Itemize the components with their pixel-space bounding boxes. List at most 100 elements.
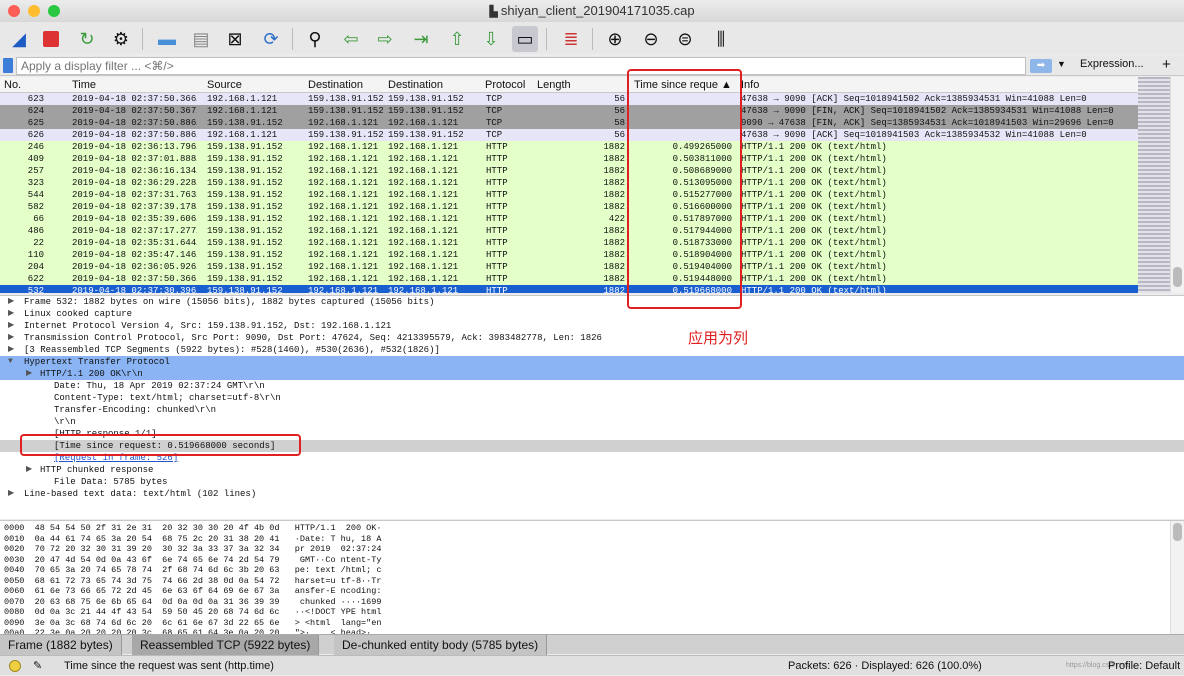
- packet-cell-dst: 192.168.1.121: [308, 166, 379, 176]
- bytes-scrollbar[interactable]: [1170, 521, 1184, 634]
- restart-icon[interactable]: ↻: [74, 26, 100, 52]
- column-header-no[interactable]: No.: [4, 79, 21, 91]
- first-packet-icon[interactable]: ⇧: [444, 26, 470, 52]
- apply-filter-arrow-icon[interactable]: ➡: [1030, 59, 1052, 73]
- hex-dump-row[interactable]: 0040 70 65 3a 20 74 65 78 74 2f 68 74 6d…: [4, 565, 1184, 576]
- column-header-protocol[interactable]: Protocol: [485, 79, 525, 91]
- expression-button[interactable]: Expression...: [1080, 58, 1144, 70]
- edit-comment-icon[interactable]: ✎: [33, 656, 42, 676]
- column-header-source[interactable]: Source: [207, 79, 242, 91]
- hex-dump-row[interactable]: 0050 68 61 72 73 65 74 3d 75 74 66 2d 38…: [4, 576, 1184, 587]
- packet-row[interactable]: 110 2019-04-18 02:35:47.146… 159.138.91.15…: [0, 249, 1138, 261]
- hex-dump-row[interactable]: 0060 61 6e 73 66 65 72 2d 45 6e 63 6f 64…: [4, 586, 1184, 597]
- options-gear-icon[interactable]: ⚙: [108, 26, 134, 52]
- find-icon[interactable]: ⚲: [302, 26, 328, 52]
- display-filter-input[interactable]: [16, 57, 1026, 75]
- zoom-normal-icon[interactable]: ⊜: [672, 26, 698, 52]
- autoscroll-icon[interactable]: ▭: [512, 26, 538, 52]
- packet-row[interactable]: 409 2019-04-18 02:37:01.888… 159.138.91.15…: [0, 153, 1138, 165]
- back-icon[interactable]: ⇦: [338, 26, 364, 52]
- packet-row[interactable]: 246 2019-04-18 02:36:13.796… 159.138.91.15…: [0, 141, 1138, 153]
- tab-frame[interactable]: Frame (1882 bytes): [0, 635, 122, 655]
- status-profile[interactable]: Profile: Default: [1108, 656, 1180, 676]
- hex-dump-row[interactable]: 0010 0a 44 61 74 65 3a 20 54 68 75 2c 20…: [4, 534, 1184, 545]
- packet-row[interactable]: 625 2019-04-18 02:37:50.886… 159.138.91.15…: [0, 117, 1138, 129]
- expert-info-icon[interactable]: [9, 660, 21, 672]
- expand-arrow-icon[interactable]: ▶: [8, 488, 14, 500]
- expand-arrow-icon[interactable]: ▶: [8, 296, 14, 308]
- detail-row[interactable]: ▶ HTTP/1.1 200 OK\r\n: [0, 368, 1184, 380]
- detail-row[interactable]: Content-Type: text/html; charset=utf-8\r…: [0, 392, 1184, 404]
- packet-row[interactable]: 204 2019-04-18 02:36:05.926… 159.138.91.15…: [0, 261, 1138, 273]
- expand-arrow-icon[interactable]: ▶: [26, 464, 32, 476]
- bytes-scroll-thumb[interactable]: [1173, 523, 1182, 541]
- hex-dump-row[interactable]: 0080 0d 0a 3c 21 44 4f 43 54 59 50 45 20…: [4, 607, 1184, 618]
- zoom-in-icon[interactable]: ⊕: [602, 26, 628, 52]
- detail-row[interactable]: ▶ Linux cooked capture: [0, 308, 1184, 320]
- detail-row[interactable]: ▶ [3 Reassembled TCP Segments (5922 bytes…: [0, 344, 1184, 356]
- hex-dump-row[interactable]: 0000 48 54 54 50 2f 31 2e 31 20 32 30 30…: [4, 523, 1184, 534]
- detail-row[interactable]: Date: Thu, 18 Apr 2019 02:37:24 GMT\r\n: [0, 380, 1184, 392]
- forward-icon[interactable]: ⇨: [372, 26, 398, 52]
- open-file-icon[interactable]: ▤: [188, 26, 214, 52]
- expand-arrow-icon[interactable]: ▶: [8, 344, 14, 356]
- column-header-time[interactable]: Time: [72, 79, 96, 91]
- expand-arrow-icon[interactable]: ▶: [8, 308, 14, 320]
- last-packet-icon[interactable]: ⇩: [478, 26, 504, 52]
- detail-row[interactable]: \r\n: [0, 416, 1184, 428]
- packet-row[interactable]: 582 2019-04-18 02:37:39.178… 159.138.91.15…: [0, 201, 1138, 213]
- packet-list-scrollbar[interactable]: [1170, 77, 1184, 293]
- shark-fin-icon[interactable]: ◢: [6, 26, 32, 52]
- packet-row[interactable]: 532 2019-04-18 02:37:30.396… 159.138.91.15…: [0, 285, 1138, 293]
- packet-row[interactable]: 323 2019-04-18 02:36:29.228… 159.138.91.15…: [0, 177, 1138, 189]
- open-folder-icon[interactable]: ▬: [154, 26, 180, 52]
- packet-minimap[interactable]: [1138, 77, 1170, 293]
- resize-columns-icon[interactable]: ⫼: [708, 26, 734, 52]
- close-file-icon[interactable]: ⊠: [222, 26, 248, 52]
- packet-row[interactable]: 623 2019-04-18 02:37:50.366… 192.168.1.121…: [0, 93, 1138, 105]
- packet-row[interactable]: 626 2019-04-18 02:37:50.886… 192.168.1.121…: [0, 129, 1138, 141]
- packet-row[interactable]: 66 2019-04-18 02:35:39.606… 159.138.91.152…: [0, 213, 1138, 225]
- expand-arrow-icon[interactable]: ▶: [26, 368, 32, 380]
- detail-row[interactable]: ▼ Hypertext Transfer Protocol: [0, 356, 1184, 368]
- bookmark-icon[interactable]: [3, 58, 13, 73]
- column-header-length[interactable]: Length: [537, 79, 571, 91]
- tab-reassembled-tcp[interactable]: Reassembled TCP (5922 bytes): [132, 635, 320, 655]
- packet-row[interactable]: 544 2019-04-18 02:37:31.763… 159.138.91.15…: [0, 189, 1138, 201]
- column-header-info[interactable]: Info: [741, 79, 759, 91]
- column-header-destination[interactable]: Destination: [308, 79, 363, 91]
- zoom-window-button[interactable]: [48, 5, 60, 17]
- detail-row[interactable]: Transfer-Encoding: chunked\r\n: [0, 404, 1184, 416]
- detail-row[interactable]: ▶ Frame 532: 1882 bytes on wire (15056 bi…: [0, 296, 1184, 308]
- expand-arrow-icon[interactable]: ▶: [8, 320, 14, 332]
- packet-row[interactable]: 624 2019-04-18 02:37:50.367… 192.168.1.121…: [0, 105, 1138, 117]
- hex-dump-row[interactable]: 0020 70 72 20 32 30 31 39 20 30 32 3a 33…: [4, 544, 1184, 555]
- filter-history-dropdown-icon[interactable]: ▼: [1057, 59, 1066, 69]
- go-to-packet-icon[interactable]: ⇥: [408, 26, 434, 52]
- detail-row[interactable]: ▶ HTTP chunked response: [0, 464, 1184, 476]
- collapse-arrow-icon[interactable]: ▼: [8, 356, 13, 368]
- detail-row[interactable]: ▶ Line-based text data: text/html (102 li…: [0, 488, 1184, 500]
- packet-cell-dst2: 159.138.91.152: [388, 94, 464, 104]
- detail-row[interactable]: File Data: 5785 bytes: [0, 476, 1184, 488]
- stop-icon[interactable]: [38, 26, 64, 52]
- hex-dump-row[interactable]: 0030 20 47 4d 54 0d 0a 43 6f 6e 74 65 6e…: [4, 555, 1184, 566]
- expand-arrow-icon[interactable]: ▶: [8, 332, 14, 344]
- close-window-button[interactable]: [8, 5, 20, 17]
- hex-dump-row[interactable]: 0070 20 63 68 75 6e 6b 65 64 0d 0a 0d 0a…: [4, 597, 1184, 608]
- detail-row[interactable]: ▶ Internet Protocol Version 4, Src: 159.1…: [0, 320, 1184, 332]
- tab-dechunked-entity[interactable]: De-chunked entity body (5785 bytes): [334, 635, 548, 655]
- zoom-out-icon[interactable]: ⊖: [638, 26, 664, 52]
- reload-icon[interactable]: ⟳: [258, 26, 284, 52]
- packet-row[interactable]: 257 2019-04-18 02:36:16.134… 159.138.91.15…: [0, 165, 1138, 177]
- packet-row[interactable]: 622 2019-04-18 02:37:50.366… 159.138.91.15…: [0, 273, 1138, 285]
- scroll-thumb[interactable]: [1173, 267, 1182, 287]
- column-header-destination-2[interactable]: Destination: [388, 79, 443, 91]
- hex-dump-row[interactable]: 0090 3e 0a 3c 68 74 6d 6c 20 6c 61 6e 67…: [4, 618, 1184, 629]
- minimize-window-button[interactable]: [28, 5, 40, 17]
- packet-row[interactable]: 486 2019-04-18 02:37:17.277… 159.138.91.15…: [0, 225, 1138, 237]
- packet-row[interactable]: 22 2019-04-18 02:35:31.644… 159.138.91.152…: [0, 237, 1138, 249]
- colorize-icon[interactable]: ≣: [558, 26, 584, 52]
- add-filter-button[interactable]: +: [1162, 56, 1171, 73]
- detail-row[interactable]: ▶ Transmission Control Protocol, Src Port…: [0, 332, 1184, 344]
